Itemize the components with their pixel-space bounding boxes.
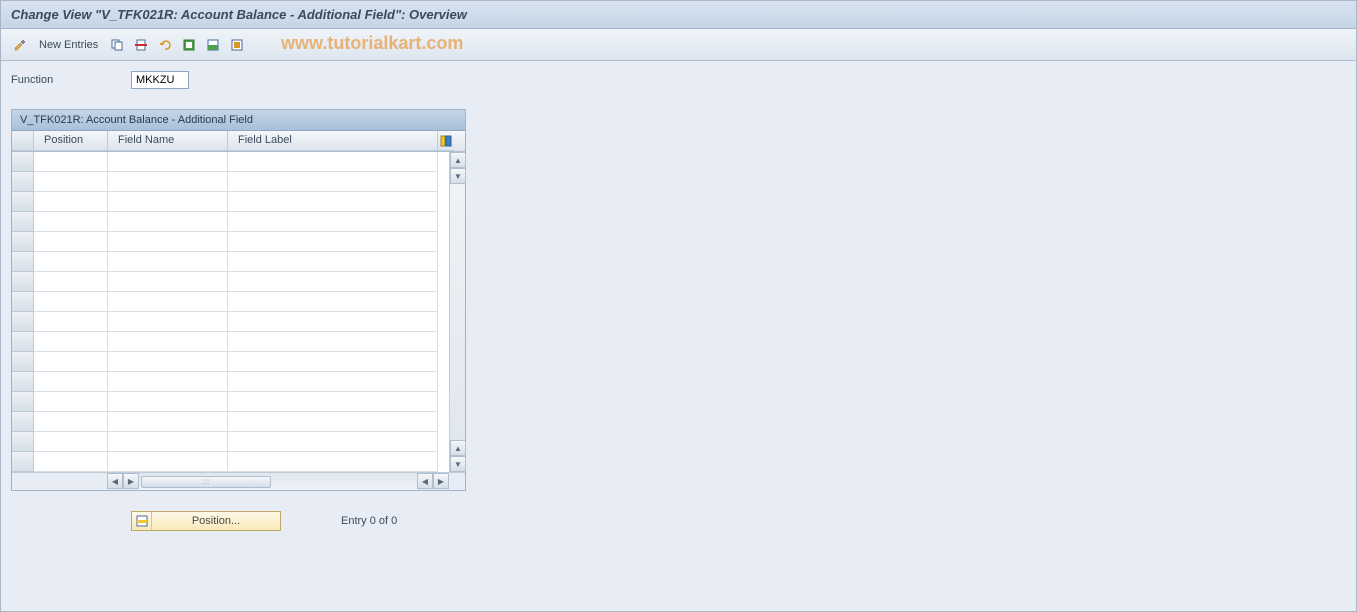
scroll-right-icon[interactable]: ▶ bbox=[123, 473, 139, 489]
row-selector[interactable] bbox=[12, 432, 34, 452]
table-row[interactable] bbox=[12, 272, 449, 292]
column-header-field-name[interactable]: Field Name bbox=[108, 131, 228, 151]
scroll-up-icon[interactable]: ▲ bbox=[450, 152, 466, 168]
row-selector[interactable] bbox=[12, 172, 34, 192]
scroll-left-icon[interactable]: ◀ bbox=[107, 473, 123, 489]
scroll-down-icon[interactable]: ▼ bbox=[450, 168, 466, 184]
column-header-field-label[interactable]: Field Label bbox=[228, 131, 438, 151]
toolbar: New Entries www.tutorialkart.com bbox=[1, 29, 1356, 61]
copy-icon[interactable] bbox=[108, 36, 126, 54]
row-selector[interactable] bbox=[12, 332, 34, 352]
deselect-all-icon[interactable] bbox=[228, 36, 246, 54]
table-row[interactable] bbox=[12, 312, 449, 332]
bottom-controls: Position... Entry 0 of 0 bbox=[11, 491, 1346, 541]
position-button[interactable]: Position... bbox=[131, 511, 281, 531]
function-label: Function bbox=[11, 74, 131, 86]
watermark-text: www.tutorialkart.com bbox=[281, 33, 463, 54]
page-title: Change View "V_TFK021R: Account Balance … bbox=[11, 7, 467, 22]
table-row[interactable] bbox=[12, 332, 449, 352]
row-selector[interactable] bbox=[12, 272, 34, 292]
table-panel: V_TFK021R: Account Balance - Additional … bbox=[11, 109, 466, 491]
hscroll-thumb[interactable]: ::: bbox=[141, 476, 271, 488]
table-row[interactable] bbox=[12, 252, 449, 272]
table-row[interactable] bbox=[12, 372, 449, 392]
table-row[interactable] bbox=[12, 172, 449, 192]
grid-body: ▲ ▼ ▲ ▼ bbox=[12, 152, 465, 472]
table-row[interactable] bbox=[12, 392, 449, 412]
undo-icon[interactable] bbox=[156, 36, 174, 54]
entry-count-text: Entry 0 of 0 bbox=[341, 515, 397, 527]
function-input[interactable] bbox=[131, 71, 189, 89]
row-selector[interactable] bbox=[12, 232, 34, 252]
row-selector[interactable] bbox=[12, 312, 34, 332]
panel-header: V_TFK021R: Account Balance - Additional … bbox=[12, 110, 465, 131]
table-row[interactable] bbox=[12, 412, 449, 432]
vertical-scrollbar[interactable]: ▲ ▼ ▲ ▼ bbox=[449, 152, 465, 472]
position-button-label: Position... bbox=[152, 515, 280, 527]
horizontal-scrollbar[interactable]: ◀ ▶ ::: ◀ ▶ bbox=[12, 472, 465, 490]
select-all-icon[interactable] bbox=[180, 36, 198, 54]
row-selector[interactable] bbox=[12, 452, 34, 472]
content-area: Function V_TFK021R: Account Balance - Ad… bbox=[1, 61, 1356, 611]
select-all-cell[interactable] bbox=[12, 131, 34, 151]
scroll-left-icon[interactable]: ◀ bbox=[417, 473, 433, 489]
hscroll-track[interactable]: ::: bbox=[139, 473, 417, 490]
grid-header-row: Position Field Name Field Label bbox=[12, 131, 465, 152]
row-selector[interactable] bbox=[12, 352, 34, 372]
row-selector[interactable] bbox=[12, 212, 34, 232]
position-icon bbox=[132, 512, 152, 530]
table-grid: Position Field Name Field Label bbox=[12, 131, 465, 490]
column-header-position[interactable]: Position bbox=[34, 131, 108, 151]
table-row[interactable] bbox=[12, 212, 449, 232]
scroll-down-icon[interactable]: ▼ bbox=[450, 456, 466, 472]
table-config-icon[interactable] bbox=[438, 131, 454, 151]
row-selector[interactable] bbox=[12, 292, 34, 312]
function-field-row: Function bbox=[11, 71, 1346, 89]
row-selector[interactable] bbox=[12, 192, 34, 212]
table-row[interactable] bbox=[12, 232, 449, 252]
table-row[interactable] bbox=[12, 192, 449, 212]
delete-icon[interactable] bbox=[132, 36, 150, 54]
scroll-right-icon[interactable]: ▶ bbox=[433, 473, 449, 489]
row-selector[interactable] bbox=[12, 152, 34, 172]
scroll-up-icon[interactable]: ▲ bbox=[450, 440, 466, 456]
table-row[interactable] bbox=[12, 152, 449, 172]
select-block-icon[interactable] bbox=[204, 36, 222, 54]
row-selector[interactable] bbox=[12, 412, 34, 432]
table-row[interactable] bbox=[12, 452, 449, 472]
table-row[interactable] bbox=[12, 292, 449, 312]
row-selector[interactable] bbox=[12, 252, 34, 272]
table-row[interactable] bbox=[12, 352, 449, 372]
title-bar: Change View "V_TFK021R: Account Balance … bbox=[1, 1, 1356, 29]
table-row[interactable] bbox=[12, 432, 449, 452]
row-selector[interactable] bbox=[12, 372, 34, 392]
new-entries-button[interactable]: New Entries bbox=[35, 37, 102, 53]
row-selector[interactable] bbox=[12, 392, 34, 412]
toggle-change-icon[interactable] bbox=[11, 36, 29, 54]
